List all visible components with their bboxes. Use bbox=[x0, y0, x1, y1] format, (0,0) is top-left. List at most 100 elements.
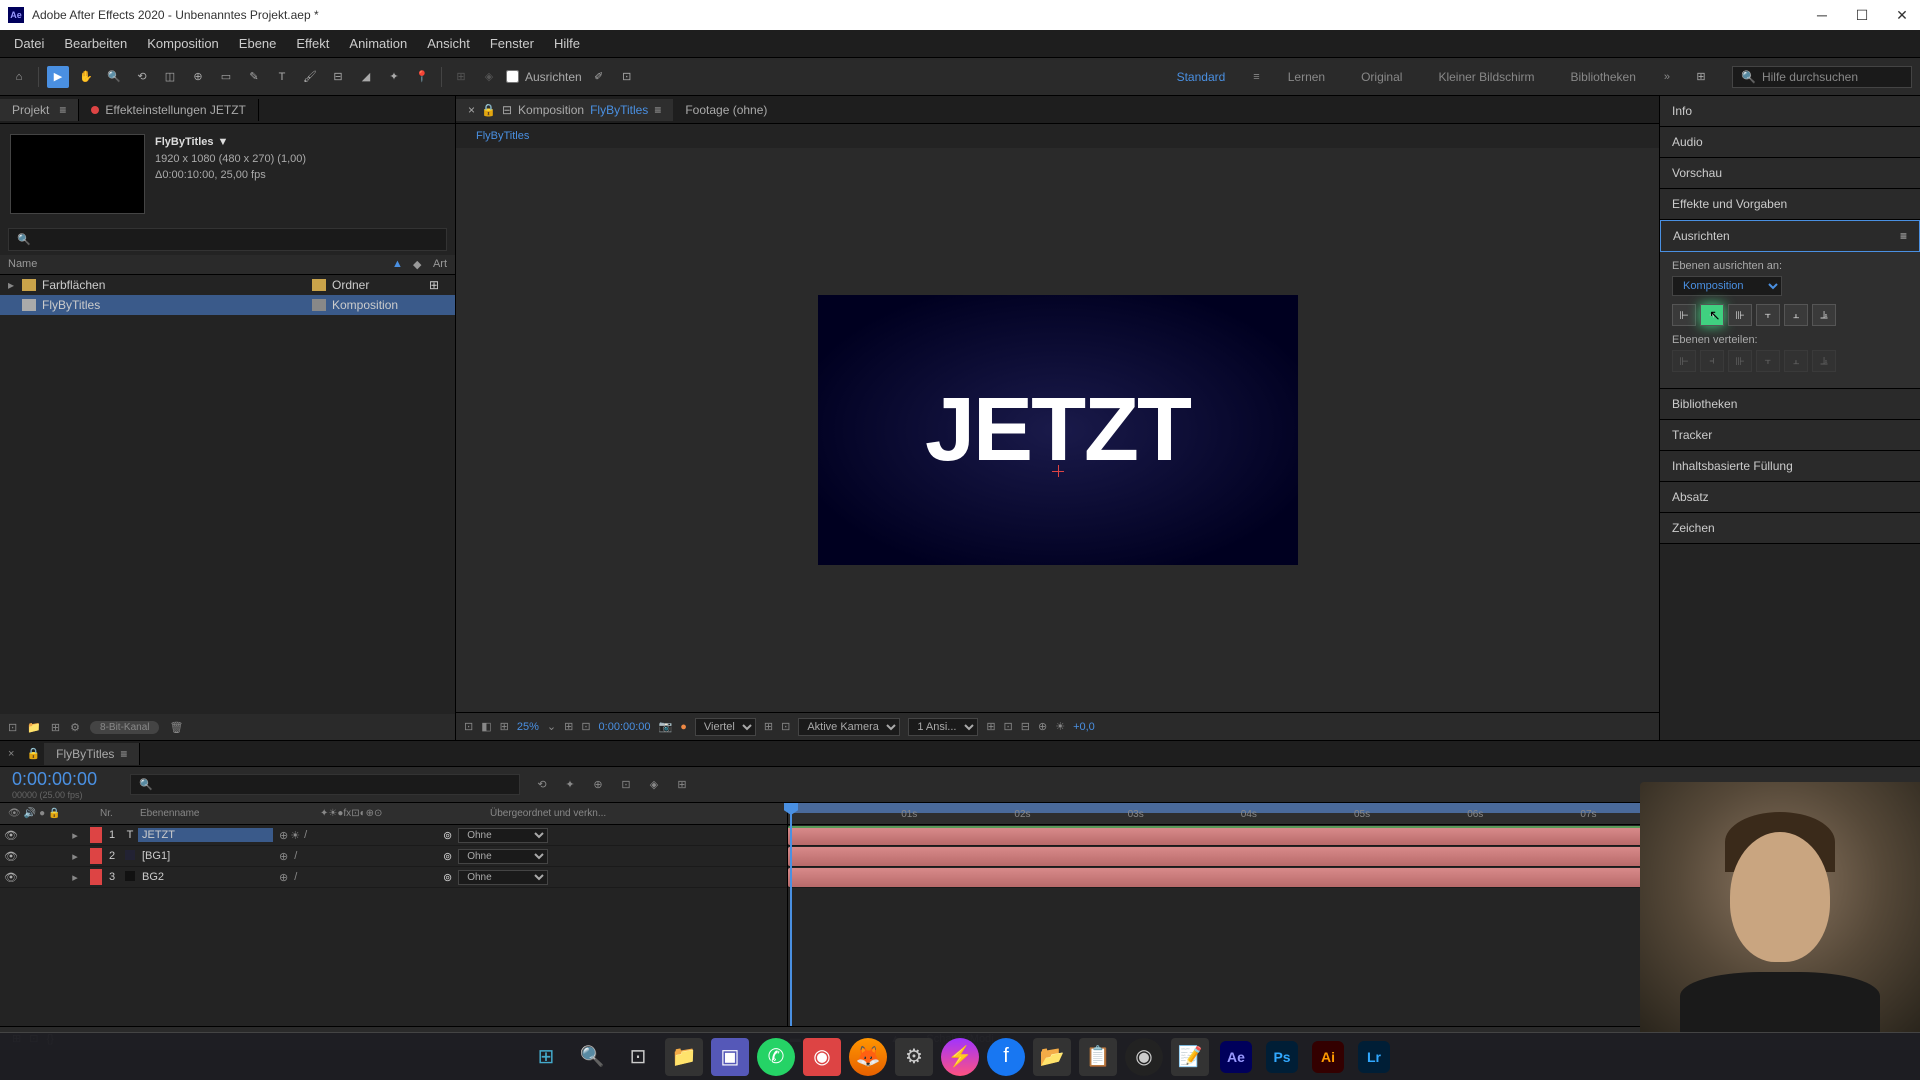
tl-tool-4-icon[interactable]: ⊡ bbox=[616, 775, 636, 795]
expand-icon[interactable]: ▸ bbox=[8, 278, 22, 292]
visibility-toggle[interactable]: 👁 bbox=[4, 829, 16, 841]
settings-icon[interactable]: ⚙ bbox=[70, 721, 80, 734]
viewport[interactable]: JETZT bbox=[456, 148, 1659, 712]
project-search[interactable]: 🔍 bbox=[8, 228, 447, 251]
hand-tool[interactable]: ✋ bbox=[75, 66, 97, 88]
parent-select[interactable]: Ohne bbox=[458, 828, 548, 843]
viewer-tab-comp[interactable]: × 🔒 ⊟ Komposition FlyByTitles ≡ bbox=[456, 99, 673, 121]
sort-indicator-icon[interactable]: ▲ bbox=[392, 258, 403, 271]
item-menu-icon[interactable]: ⊞ bbox=[429, 278, 439, 292]
folder-icon[interactable]: 📂 bbox=[1033, 1038, 1071, 1076]
lock-icon[interactable]: 🔒 bbox=[481, 103, 496, 117]
paragraph-panel-header[interactable]: Absatz bbox=[1660, 482, 1920, 513]
zoom-tool[interactable]: 🔍 bbox=[103, 66, 125, 88]
menu-window[interactable]: Fenster bbox=[480, 32, 544, 55]
tl-tool-5-icon[interactable]: ◈ bbox=[644, 775, 664, 795]
start-button[interactable]: ⊞ bbox=[527, 1038, 565, 1076]
maximize-button[interactable]: ☐ bbox=[1852, 5, 1872, 25]
layer-name[interactable]: [BG1] bbox=[138, 849, 273, 863]
snap-checkbox[interactable] bbox=[506, 70, 519, 83]
playhead[interactable] bbox=[790, 803, 792, 1026]
zoom-dropdown-icon[interactable]: ⌄ bbox=[547, 720, 556, 733]
res-icon[interactable]: ⊞ bbox=[564, 720, 573, 733]
pickwhip-icon[interactable]: ⊚ bbox=[443, 850, 452, 863]
workspace-standard[interactable]: Standard bbox=[1169, 66, 1234, 88]
app-icon-2[interactable]: 📋 bbox=[1079, 1038, 1117, 1076]
workspace-libraries[interactable]: Bibliotheken bbox=[1562, 66, 1643, 88]
snap-grid-icon[interactable]: ⊡ bbox=[616, 66, 638, 88]
exposure-reset-icon[interactable]: ☀ bbox=[1055, 720, 1065, 733]
interpret-icon[interactable]: ⊡ bbox=[8, 721, 17, 734]
shape-tool[interactable]: ▭ bbox=[215, 66, 237, 88]
timeline-search[interactable]: 🔍 bbox=[130, 774, 520, 795]
facebook-icon[interactable]: f bbox=[987, 1038, 1025, 1076]
tl-tool-1-icon[interactable]: ⟲ bbox=[532, 775, 552, 795]
timeline-close-icon[interactable]: × bbox=[0, 744, 22, 764]
view-opt3-icon[interactable]: ⊟ bbox=[1021, 720, 1030, 733]
info-panel-header[interactable]: Info bbox=[1660, 96, 1920, 127]
menu-help[interactable]: Hilfe bbox=[544, 32, 590, 55]
selection-tool[interactable]: ▶ bbox=[47, 66, 69, 88]
workspace-grid-icon[interactable]: ⊞ bbox=[1690, 66, 1712, 88]
content-fill-panel-header[interactable]: Inhaltsbasierte Füllung bbox=[1660, 451, 1920, 482]
libraries-panel-header[interactable]: Bibliotheken bbox=[1660, 389, 1920, 420]
project-item-comp[interactable]: FlyByTitles Komposition bbox=[0, 295, 455, 315]
tl-tool-6-icon[interactable]: ⊞ bbox=[672, 775, 692, 795]
timeline-tab[interactable]: FlyByTitles ≡ bbox=[44, 743, 140, 765]
workspace-original[interactable]: Original bbox=[1353, 66, 1410, 88]
view-opt4-icon[interactable]: ⊕ bbox=[1038, 720, 1047, 733]
explorer-icon[interactable]: 📁 bbox=[665, 1038, 703, 1076]
menu-file[interactable]: Datei bbox=[4, 32, 54, 55]
expand-icon[interactable]: ▸ bbox=[60, 850, 90, 863]
viewer-tab-footage[interactable]: Footage (ohne) bbox=[673, 99, 779, 121]
layer-row-2[interactable]: 👁 ▸ 2 [BG1] ⊕/ ⊚ Ohne bbox=[0, 846, 787, 867]
current-time[interactable]: 0:00:00:00 bbox=[599, 721, 651, 733]
character-panel-header[interactable]: Zeichen bbox=[1660, 513, 1920, 544]
timeline-tab-menu-icon[interactable]: ≡ bbox=[120, 747, 127, 761]
label-color[interactable] bbox=[90, 827, 102, 843]
firefox-icon[interactable]: 🦊 bbox=[849, 1038, 887, 1076]
audio-panel-header[interactable]: Audio bbox=[1660, 127, 1920, 158]
project-item-folder[interactable]: ▸ Farbflächen Ordner ⊞ bbox=[0, 275, 455, 295]
app-icon-1[interactable]: ⚙ bbox=[895, 1038, 933, 1076]
region-icon[interactable]: ⊡ bbox=[781, 720, 790, 733]
quality-select[interactable]: Viertel bbox=[695, 718, 756, 736]
whatsapp-icon[interactable]: ✆ bbox=[757, 1038, 795, 1076]
camera-select[interactable]: Aktive Kamera bbox=[798, 718, 900, 736]
illustrator-icon[interactable]: Ai bbox=[1309, 1038, 1347, 1076]
taskbar-search[interactable]: 🔍 bbox=[573, 1038, 611, 1076]
app-icon-red[interactable]: ◉ bbox=[803, 1038, 841, 1076]
workspace-menu-icon[interactable]: ≡ bbox=[1253, 71, 1259, 83]
mask-icon[interactable]: ⊞ bbox=[500, 720, 509, 733]
notepad-icon[interactable]: 📝 bbox=[1171, 1038, 1209, 1076]
menu-composition[interactable]: Komposition bbox=[137, 32, 229, 55]
align-top-button[interactable]: ⫟ bbox=[1756, 304, 1780, 326]
after-effects-icon[interactable]: Ae bbox=[1217, 1038, 1255, 1076]
expand-icon[interactable]: ▸ bbox=[60, 871, 90, 884]
align-bottom-button[interactable]: ⫡ bbox=[1812, 304, 1836, 326]
menu-effect[interactable]: Effekt bbox=[286, 32, 339, 55]
close-button[interactable]: ✕ bbox=[1892, 5, 1912, 25]
align-panel-header[interactable]: Ausrichten ≡ bbox=[1660, 220, 1920, 252]
expand-icon[interactable]: ▸ bbox=[60, 829, 90, 842]
visibility-toggle[interactable]: 👁 bbox=[4, 871, 16, 883]
tl-tool-2-icon[interactable]: ✦ bbox=[560, 775, 580, 795]
roto-tool[interactable]: ✦ bbox=[383, 66, 405, 88]
layer-row-1[interactable]: 👁 ▸ 1 T JETZT ⊕☀/ ⊚ Ohne bbox=[0, 825, 787, 846]
minimize-button[interactable]: ─ bbox=[1812, 5, 1832, 25]
visibility-toggle[interactable]: 👁 bbox=[4, 850, 16, 862]
align-right-button[interactable]: ⊪ bbox=[1728, 304, 1752, 326]
rotate-tool[interactable]: ⟲ bbox=[131, 66, 153, 88]
pickwhip-icon[interactable]: ⊚ bbox=[443, 829, 452, 842]
grid-icon[interactable]: ⊡ bbox=[581, 720, 590, 733]
snap-option-icon[interactable]: ✐ bbox=[588, 66, 610, 88]
preview-panel-header[interactable]: Vorschau bbox=[1660, 158, 1920, 189]
zoom-value[interactable]: 25% bbox=[517, 721, 539, 733]
pickwhip-icon[interactable]: ⊚ bbox=[443, 871, 452, 884]
snapshot-icon[interactable]: 📷 bbox=[659, 720, 673, 733]
tab-menu-icon[interactable]: ≡ bbox=[654, 103, 661, 117]
align-target-select[interactable]: Komposition bbox=[1672, 276, 1782, 296]
lightroom-icon[interactable]: Lr bbox=[1355, 1038, 1393, 1076]
photoshop-icon[interactable]: Ps bbox=[1263, 1038, 1301, 1076]
tl-tool-3-icon[interactable]: ⊕ bbox=[588, 775, 608, 795]
